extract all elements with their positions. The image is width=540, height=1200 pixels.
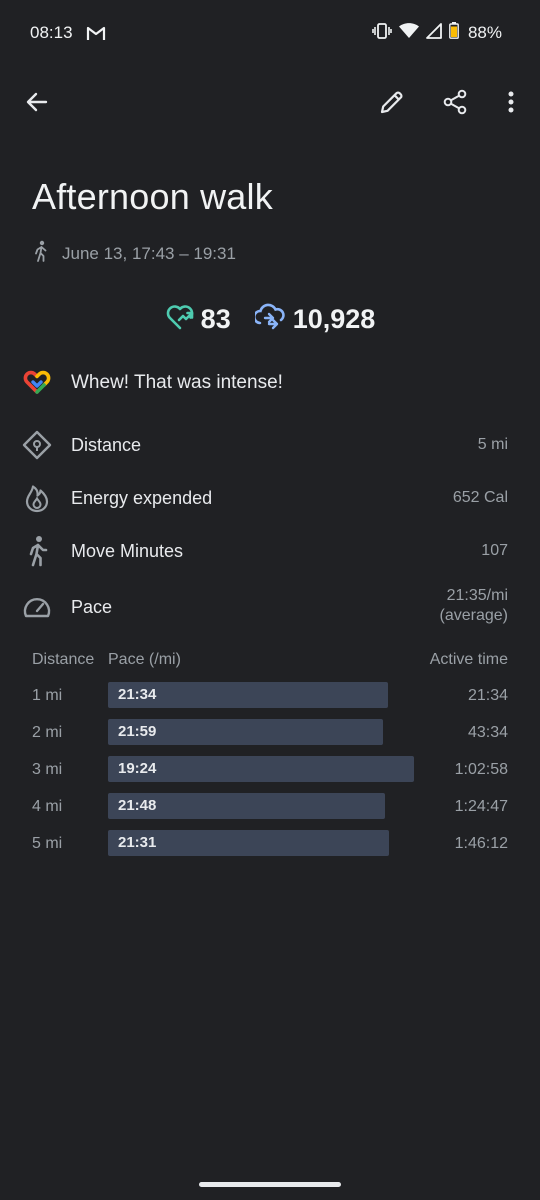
pace-note: (average) (439, 607, 508, 624)
pace-label: Pace (71, 597, 113, 617)
more-options-button[interactable] (487, 80, 535, 128)
google-fit-logo-icon (22, 367, 52, 397)
activity-details-screen: 08:13 88% Afternoon walk June 13, 17:43 … (0, 0, 540, 1200)
split-row: 2 mi 21:59 43:34 (0, 719, 540, 747)
pace-value-block: 21:35/mi (average) (440, 586, 508, 626)
share-icon (442, 89, 468, 120)
energy-value: 652 Cal (452, 489, 508, 506)
split-pace: 21:48 (118, 797, 157, 814)
status-time: 08:13 (30, 23, 73, 42)
move-minutes-value: 107 (481, 542, 508, 559)
activity-title: Afternoon walk (32, 176, 273, 217)
split-distance: 3 mi (32, 761, 63, 778)
steps-icon (252, 303, 287, 336)
more-vert-icon (507, 90, 515, 119)
splits-header-distance: Distance (32, 651, 95, 668)
splits-header-active-time: Active time (429, 651, 508, 668)
split-active-time: 1:46:12 (454, 835, 508, 852)
split-pace-bar: 21:34 (108, 682, 388, 708)
move-minutes-label: Move Minutes (71, 541, 184, 561)
energy-label: Energy expended (71, 488, 213, 508)
activity-time-range: June 13, 17:43 – 19:31 (32, 240, 236, 267)
split-row: 4 mi 21:48 1:24:47 (0, 793, 540, 821)
split-pace: 21:31 (118, 834, 157, 851)
split-pace-bar: 21:48 (108, 793, 385, 819)
fire-icon (22, 483, 52, 513)
distance-value: 5 mi (477, 436, 508, 453)
pace-value: 21:35/mi (446, 587, 508, 604)
cell-signal-icon (426, 22, 442, 44)
status-icons: 88% (372, 22, 502, 44)
heart-points: 83 (165, 303, 231, 336)
split-distance: 5 mi (32, 835, 63, 852)
split-active-time: 43:34 (467, 724, 508, 741)
split-row: 1 mi 21:34 21:34 (0, 682, 540, 710)
split-pace: 21:59 (118, 723, 157, 740)
heart-points-value: 83 (200, 304, 231, 334)
steps-value: 10,928 (292, 304, 376, 334)
split-row: 3 mi 19:24 1:02:58 (0, 756, 540, 784)
edit-button[interactable] (368, 80, 416, 128)
split-pace-bar: 21:59 (108, 719, 383, 745)
battery-percent: 88% (467, 23, 502, 42)
message-row: Whew! That was intense! (0, 363, 540, 403)
date-range-text: June 13, 17:43 – 19:31 (62, 243, 236, 263)
distance-icon (22, 430, 52, 460)
split-distance: 4 mi (32, 798, 63, 815)
split-active-time: 1:02:58 (454, 761, 508, 778)
arrow-back-icon (25, 90, 49, 119)
split-pace: 19:24 (118, 760, 157, 777)
steps: 10,928 (252, 303, 376, 336)
message-text: Whew! That was intense! (71, 372, 283, 393)
battery-icon (449, 22, 459, 44)
energy-row: Energy expended 652 Cal (0, 479, 540, 519)
status-bar: 08:13 88% (0, 0, 540, 68)
split-active-time: 1:24:47 (454, 798, 508, 815)
gesture-nav-handle[interactable] (199, 1182, 341, 1187)
walking-icon (32, 240, 50, 267)
wifi-icon (398, 22, 419, 44)
distance-row: Distance 5 mi (0, 426, 540, 466)
vibrate-icon (372, 22, 392, 44)
split-pace-bar: 19:24 (108, 756, 414, 782)
goals-summary: 83 10,928 (0, 303, 540, 336)
gmail-icon (86, 25, 106, 46)
split-distance: 2 mi (32, 724, 63, 741)
split-row: 5 mi 21:31 1:46:12 (0, 830, 540, 858)
back-button[interactable] (13, 80, 61, 128)
split-distance: 1 mi (32, 687, 63, 704)
pace-row: Pace 21:35/mi (average) (0, 586, 540, 628)
distance-label: Distance (71, 435, 142, 455)
split-pace: 21:34 (118, 686, 157, 703)
split-pace-bar: 21:31 (108, 830, 389, 856)
pencil-icon (379, 89, 405, 120)
share-button[interactable] (431, 80, 479, 128)
split-active-time: 21:34 (467, 687, 508, 704)
splits-header-pace: Pace (/mi) (108, 651, 181, 668)
speedometer-icon (22, 592, 52, 622)
move-minutes-row: Move Minutes 107 (0, 532, 540, 572)
top-app-bar (0, 80, 540, 130)
walking-icon (22, 536, 52, 567)
heart-points-icon (165, 303, 195, 336)
